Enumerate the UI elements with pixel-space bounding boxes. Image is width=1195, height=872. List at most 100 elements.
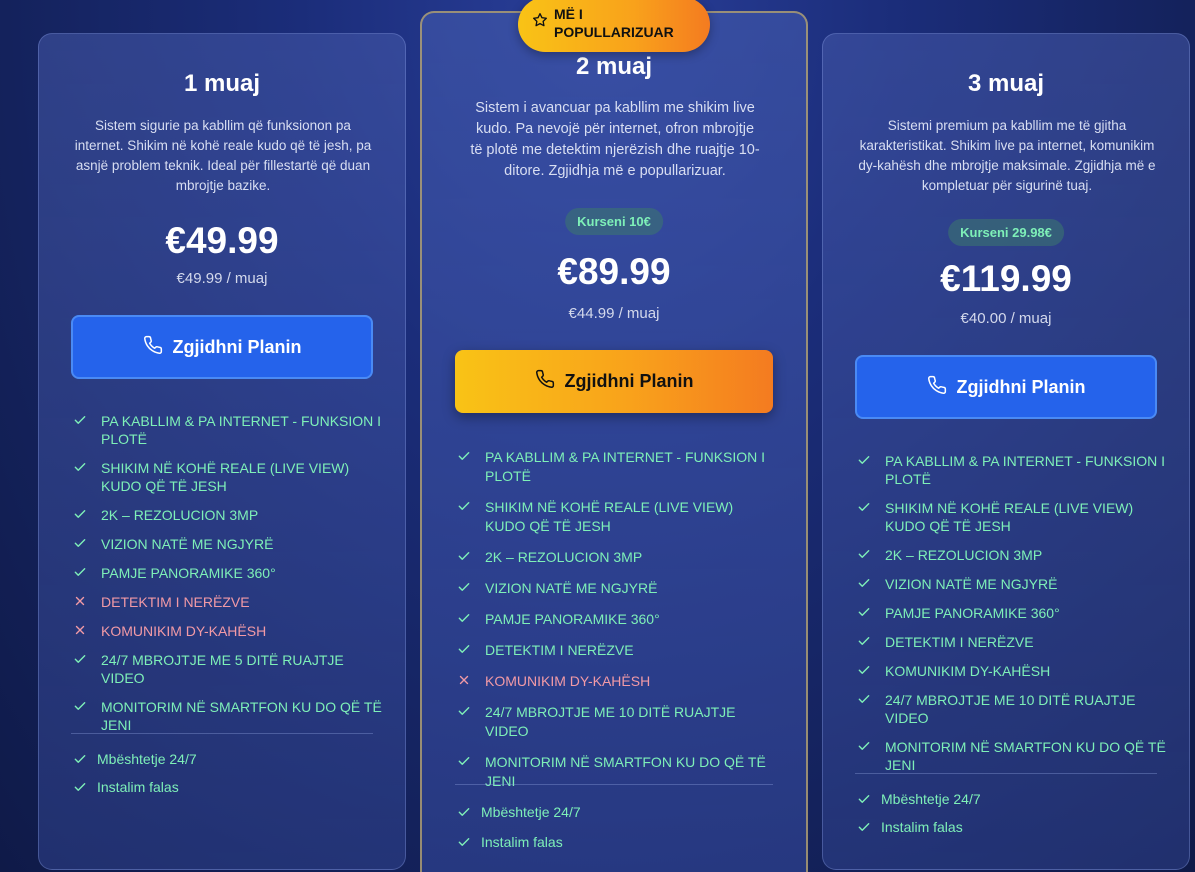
check-icon <box>857 453 871 467</box>
check-icon <box>73 652 87 666</box>
feature-text: 24/7 MBROJTJE ME 10 DITË RUAJTJE VIDEO <box>885 692 1136 726</box>
feature-text: SHIKIM NË KOHË REALE (LIVE VIEW) KUDO QË… <box>485 499 734 534</box>
feature-item: PAMJE PANORAMIKE 360° <box>457 610 777 629</box>
extra-text: Instalim falas <box>97 779 179 795</box>
feature-text: 2K – REZOLUCION 3MP <box>885 547 1043 563</box>
check-icon <box>73 565 87 579</box>
feature-text: VIZION NATË ME NGJYRË <box>485 580 658 596</box>
feature-text: VIZION NATË ME NGJYRË <box>101 536 274 552</box>
check-icon <box>857 605 871 619</box>
check-icon <box>857 634 871 648</box>
check-icon <box>457 449 471 463</box>
star-icon <box>532 12 548 28</box>
extras-list: Mbështetje 24/7 Instalim falas <box>857 790 1157 846</box>
most-popular-label: MË I POPULLARIZUAR <box>554 6 674 40</box>
feature-item: 2K – REZOLUCION 3MP <box>857 546 1167 564</box>
feature-item: SHIKIM NË KOHË REALE (LIVE VIEW) KUDO QË… <box>857 499 1167 535</box>
check-icon <box>457 499 471 513</box>
check-icon <box>73 413 87 427</box>
check-icon <box>457 704 471 718</box>
extra-item: Mbështetje 24/7 <box>457 803 757 821</box>
check-icon <box>457 754 471 768</box>
plan-price-per-month: €44.99 / muaj <box>568 305 660 322</box>
feature-text: VIZION NATË ME NGJYRË <box>885 576 1058 592</box>
check-icon <box>457 835 471 849</box>
extras-list: Mbështetje 24/7 Instalim falas <box>457 803 757 863</box>
feature-item: MONITORIM NË SMARTFON KU DO QË TË JENI <box>857 738 1167 774</box>
feature-list: PA KABLLIM & PA INTERNET - FUNKSION I PL… <box>857 452 1167 785</box>
feature-item: SHIKIM NË KOHË REALE (LIVE VIEW) KUDO QË… <box>73 459 383 495</box>
plan-price: €89.99 <box>557 251 671 292</box>
extra-item: Mbështetje 24/7 <box>857 790 1157 808</box>
feature-text: DETEKTIM I NERËZVE <box>101 594 250 610</box>
check-icon <box>857 739 871 753</box>
most-popular-badge: MË I POPULLARIZUAR <box>518 0 710 52</box>
feature-item: DETEKTIM I NERËZVE <box>857 633 1167 651</box>
extra-item: Mbështetje 24/7 <box>73 750 373 768</box>
feature-item: MONITORIM NË SMARTFON KU DO QË TË JENI <box>457 753 777 791</box>
feature-item: 2K – REZOLUCION 3MP <box>73 506 383 524</box>
check-icon <box>857 547 871 561</box>
extra-item: Instalim falas <box>857 818 1157 836</box>
phone-icon <box>927 375 947 400</box>
feature-item: PAMJE PANORAMIKE 360° <box>857 604 1167 622</box>
feature-text: MONITORIM NË SMARTFON KU DO QË TË JENI <box>101 699 382 733</box>
divider <box>71 733 373 734</box>
extra-text: Mbështetje 24/7 <box>481 804 581 820</box>
check-icon <box>857 500 871 514</box>
plan-card-2-months: 2 muaj Sistem i avancuar pa kabllim me s… <box>420 11 808 872</box>
feature-text: 24/7 MBROJTJE ME 5 DITË RUAJTJE VIDEO <box>101 652 344 686</box>
plan-card-3-months: 3 muaj Sistemi premium pa kabllim me të … <box>822 33 1190 870</box>
extra-text: Mbështetje 24/7 <box>97 751 197 767</box>
feature-text: MONITORIM NË SMARTFON KU DO QË TË JENI <box>885 739 1166 773</box>
plan-price: €49.99 <box>165 220 279 261</box>
feature-text: PAMJE PANORAMIKE 360° <box>101 565 276 581</box>
feature-text: KOMUNIKIM DY-KAHËSH <box>485 673 651 689</box>
plan-price-per-month: €40.00 / muaj <box>960 310 1052 327</box>
feature-text: PA KABLLIM & PA INTERNET - FUNKSION I PL… <box>101 413 382 447</box>
plan-title: 3 muaj <box>967 70 1045 97</box>
feature-item: PA KABLLIM & PA INTERNET - FUNKSION I PL… <box>857 452 1167 488</box>
extra-item: Instalim falas <box>457 833 757 851</box>
divider <box>455 784 773 785</box>
feature-item: 24/7 MBROJTJE ME 10 DITË RUAJTJE VIDEO <box>457 703 777 741</box>
check-icon <box>73 780 87 794</box>
feature-item: 2K – REZOLUCION 3MP <box>457 548 777 567</box>
phone-icon <box>143 335 163 360</box>
plan-title: 2 muaj <box>575 53 653 80</box>
plan-card-1-month: 1 muaj Sistem sigurie pa kabllim që funk… <box>38 33 406 870</box>
choose-plan-label: Zgjidhni Planin <box>172 336 302 357</box>
choose-plan-button[interactable]: Zgjidhni Planin <box>455 350 773 413</box>
feature-text: KOMUNIKIM DY-KAHËSH <box>885 663 1051 679</box>
feature-item: VIZION NATË ME NGJYRË <box>457 579 777 598</box>
extra-item: Instalim falas <box>73 778 373 796</box>
feature-item: KOMUNIKIM DY-KAHËSH <box>857 662 1167 680</box>
plan-price: €119.99 <box>940 258 1072 299</box>
feature-text: KOMUNIKIM DY-KAHËSH <box>101 623 267 639</box>
plan-description: Sistem i avancuar pa kabllim me shikim l… <box>470 100 760 179</box>
check-icon <box>73 536 87 550</box>
feature-item: VIZION NATË ME NGJYRË <box>857 575 1167 593</box>
choose-plan-button[interactable]: Zgjidhni Planin <box>855 355 1157 419</box>
plan-price-per-month: €49.99 / muaj <box>176 270 268 287</box>
check-icon <box>457 580 471 594</box>
divider <box>855 773 1157 774</box>
check-icon <box>457 805 471 819</box>
check-icon <box>457 611 471 625</box>
cross-icon <box>73 623 87 637</box>
feature-item: KOMUNIKIM DY-KAHËSH <box>457 672 777 691</box>
check-icon <box>457 642 471 656</box>
plan-description: Sistem sigurie pa kabllim që funksionon … <box>74 118 372 193</box>
feature-item: SHIKIM NË KOHË REALE (LIVE VIEW) KUDO QË… <box>457 498 777 536</box>
feature-text: SHIKIM NË KOHË REALE (LIVE VIEW) KUDO QË… <box>885 500 1134 534</box>
feature-item: PA KABLLIM & PA INTERNET - FUNKSION I PL… <box>73 412 383 448</box>
feature-text: SHIKIM NË KOHË REALE (LIVE VIEW) KUDO QË… <box>101 460 350 494</box>
feature-text: PAMJE PANORAMIKE 360° <box>485 611 660 627</box>
feature-list: PA KABLLIM & PA INTERNET - FUNKSION I PL… <box>73 412 383 745</box>
choose-plan-label: Zgjidhni Planin <box>564 371 694 391</box>
choose-plan-button[interactable]: Zgjidhni Planin <box>71 315 373 379</box>
discount-badge: Kurseni 29.98€ <box>948 219 1064 246</box>
check-icon <box>857 792 871 806</box>
feature-item: VIZION NATË ME NGJYRË <box>73 535 383 553</box>
extras-list: Mbështetje 24/7 Instalim falas <box>73 750 373 806</box>
